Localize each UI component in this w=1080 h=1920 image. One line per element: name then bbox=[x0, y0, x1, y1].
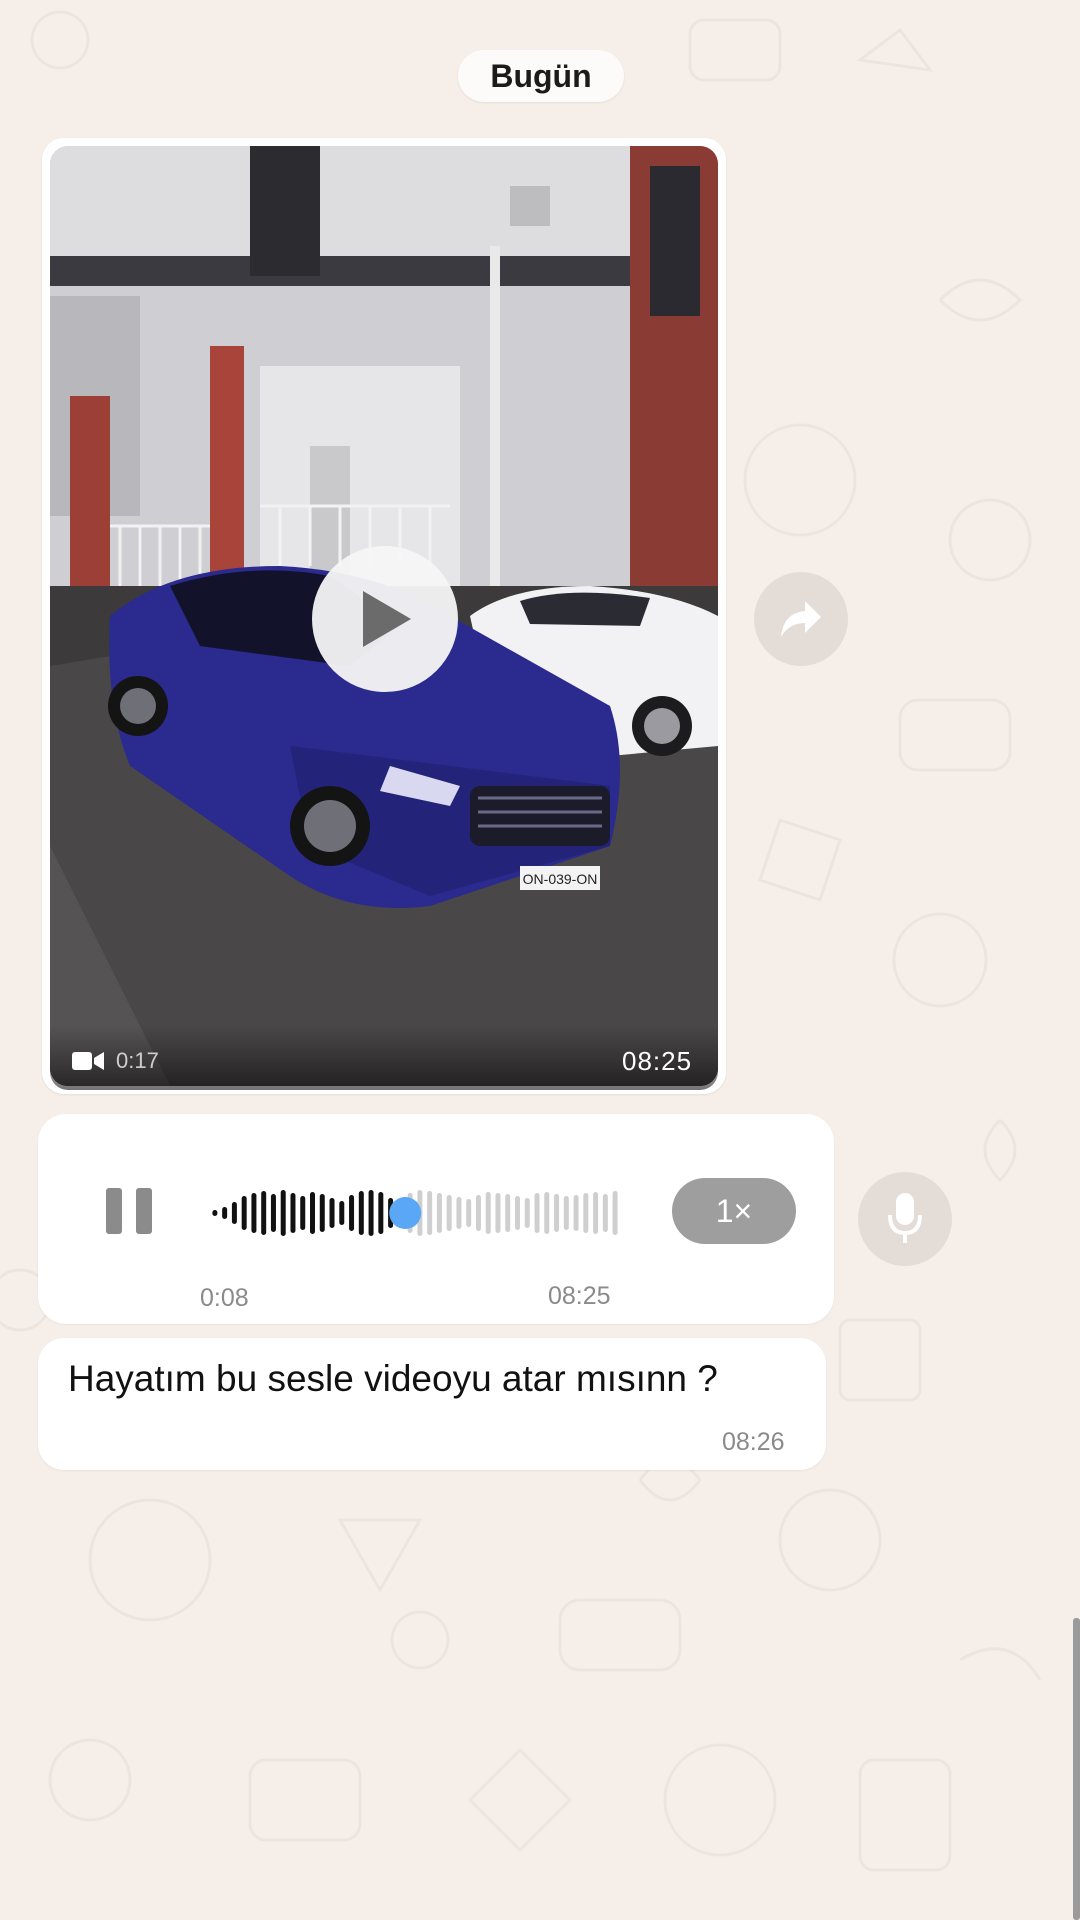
voice-elapsed-time: 0:08 bbox=[200, 1284, 249, 1312]
waveform-bar bbox=[466, 1199, 472, 1227]
waveform-bar bbox=[349, 1195, 355, 1231]
video-camera-icon bbox=[72, 1052, 104, 1070]
waveform-bar bbox=[300, 1196, 306, 1230]
forward-button[interactable] bbox=[754, 572, 848, 666]
waveform-bar bbox=[339, 1201, 345, 1225]
waveform-bar bbox=[475, 1195, 481, 1231]
waveform-bar bbox=[554, 1194, 560, 1232]
waveform-bar bbox=[319, 1194, 325, 1232]
waveform-bar bbox=[329, 1198, 335, 1228]
waveform-bar bbox=[456, 1197, 462, 1229]
play-button[interactable] bbox=[312, 546, 458, 692]
waveform-bar bbox=[368, 1190, 374, 1236]
playback-speed-button[interactable]: 1× bbox=[672, 1178, 796, 1244]
microphone-icon bbox=[888, 1193, 922, 1243]
waveform-bar bbox=[261, 1191, 267, 1235]
waveform-bar bbox=[436, 1193, 442, 1233]
waveform-bar bbox=[231, 1202, 237, 1224]
waveform-bar bbox=[495, 1193, 501, 1233]
pause-icon bbox=[106, 1188, 122, 1234]
waveform-bar bbox=[544, 1192, 550, 1234]
scrollbar[interactable] bbox=[1073, 1618, 1080, 1920]
waveform-bar bbox=[446, 1195, 452, 1231]
waveform-bar bbox=[524, 1198, 530, 1228]
waveform-bar bbox=[563, 1196, 569, 1230]
waveform-bar bbox=[583, 1193, 589, 1233]
waveform-bar bbox=[358, 1191, 364, 1235]
waveform-bar bbox=[222, 1207, 228, 1219]
message-text[interactable]: Hayatım bu sesle videoyu atar mısınn ? bbox=[68, 1358, 718, 1400]
waveform-bar bbox=[573, 1195, 579, 1231]
waveform-bar bbox=[602, 1194, 608, 1232]
license-plate: ON-039-ON bbox=[523, 871, 598, 887]
waveform-bar bbox=[427, 1191, 433, 1235]
waveform-bar bbox=[515, 1196, 520, 1230]
waveform-bar bbox=[612, 1191, 618, 1235]
pause-button[interactable] bbox=[106, 1188, 154, 1234]
waveform-bar bbox=[505, 1194, 511, 1232]
waveform-bar bbox=[310, 1192, 315, 1234]
waveform-bar bbox=[485, 1192, 491, 1234]
waveform-bar bbox=[280, 1190, 286, 1236]
play-icon bbox=[363, 591, 411, 647]
waveform-bar bbox=[212, 1210, 218, 1216]
waveform-bar bbox=[378, 1192, 384, 1234]
voice-timestamp: 08:25 bbox=[548, 1282, 611, 1310]
waveform-bar bbox=[270, 1194, 276, 1232]
waveform-bar bbox=[290, 1193, 296, 1233]
waveform-bar bbox=[534, 1193, 540, 1233]
message-timestamp: 08:26 bbox=[722, 1428, 785, 1456]
video-duration: 0:17 bbox=[116, 1048, 159, 1073]
forward-icon bbox=[781, 601, 821, 637]
microphone-button[interactable] bbox=[858, 1172, 952, 1266]
date-separator: Bugün bbox=[458, 50, 624, 102]
waveform-bar bbox=[241, 1196, 247, 1230]
video-timestamp: 08:25 bbox=[622, 1046, 693, 1076]
waveform-bar bbox=[593, 1192, 599, 1234]
voice-waveform[interactable] bbox=[210, 1182, 620, 1244]
waveform-bar bbox=[251, 1193, 257, 1233]
playback-position-thumb[interactable] bbox=[389, 1197, 422, 1229]
